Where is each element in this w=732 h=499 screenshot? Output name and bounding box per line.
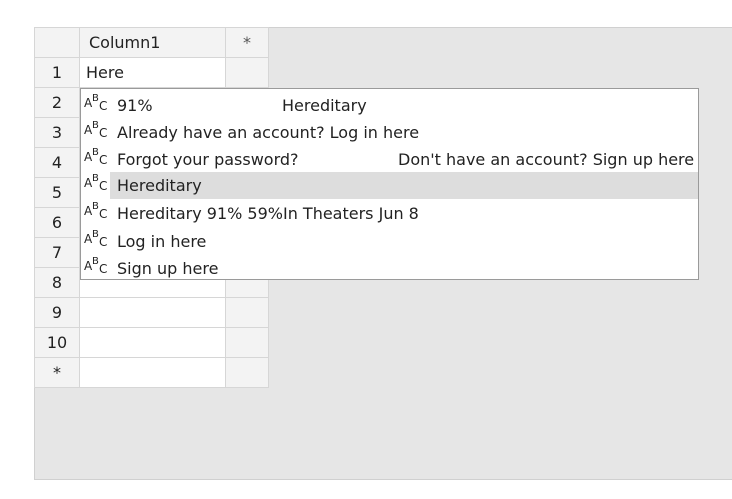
new-row: * (34, 357, 269, 388)
add-column-header[interactable]: * (225, 27, 269, 58)
row-number[interactable]: 5 (34, 177, 80, 208)
row-number[interactable]: 1 (34, 57, 80, 88)
row-number[interactable]: 4 (34, 147, 80, 178)
autocomplete-item-label: 91% (117, 96, 153, 115)
cell-column1[interactable] (79, 297, 226, 328)
autocomplete-item-label: Log in here (117, 232, 207, 251)
row-number[interactable]: 7 (34, 237, 80, 268)
autocomplete-dropdown: ABC 91% Hereditary ABC Already have an a… (80, 88, 699, 280)
autocomplete-item-label: Already have an account? Log in here (117, 123, 420, 142)
autocomplete-item-selected[interactable]: ABC Hereditary (84, 172, 698, 199)
autocomplete-item-label: Forgot your password? (117, 150, 299, 169)
cell-column1[interactable]: Here (79, 57, 226, 88)
abc-text-type-icon: ABC (84, 173, 108, 193)
autocomplete-item[interactable]: ABC Sign up here (81, 255, 698, 282)
corner-cell[interactable] (34, 27, 80, 58)
header-row: Column1 * (34, 27, 269, 58)
cell-add-column[interactable] (225, 327, 269, 358)
autocomplete-item[interactable]: ABC Already have an account? Log in here (81, 119, 698, 146)
column-header-column1[interactable]: Column1 (79, 27, 226, 58)
abc-text-type-icon: ABC (84, 256, 108, 276)
table-row: 1 Here (34, 57, 269, 88)
autocomplete-item-label: Hereditary (117, 176, 202, 195)
table-row: 10 (34, 327, 269, 358)
cell-column1[interactable] (79, 357, 226, 388)
cell-add-column[interactable] (225, 57, 269, 88)
autocomplete-item[interactable]: ABC Log in here (81, 228, 698, 255)
cell-column1[interactable] (79, 327, 226, 358)
new-row-marker[interactable]: * (34, 357, 80, 388)
cell-add-column[interactable] (225, 297, 269, 328)
autocomplete-item[interactable]: ABC 91% Hereditary (81, 92, 698, 119)
row-number[interactable]: 3 (34, 117, 80, 148)
row-number[interactable]: 8 (34, 267, 80, 298)
row-number[interactable]: 9 (34, 297, 80, 328)
abc-text-type-icon: ABC (84, 93, 108, 113)
autocomplete-item-extra: Don't have an account? Sign up here (398, 150, 695, 169)
table-row: 9 (34, 297, 269, 328)
autocomplete-item[interactable]: ABC Hereditary 91% 59%In Theaters Jun 8 (81, 200, 698, 227)
abc-text-type-icon: ABC (84, 229, 108, 249)
autocomplete-item-label: Sign up here (117, 259, 219, 278)
row-number[interactable]: 10 (34, 327, 80, 358)
autocomplete-item-extra: Hereditary (282, 96, 367, 115)
cell-add-column[interactable] (225, 357, 269, 388)
row-number[interactable]: 2 (34, 87, 80, 118)
autocomplete-item[interactable]: ABC Forgot your password? Don't have an … (81, 146, 698, 173)
abc-text-type-icon: ABC (84, 120, 108, 140)
row-number[interactable]: 6 (34, 207, 80, 238)
abc-text-type-icon: ABC (84, 147, 108, 167)
autocomplete-item-label: Hereditary 91% 59%In Theaters Jun 8 (117, 204, 419, 223)
abc-text-type-icon: ABC (84, 201, 108, 221)
